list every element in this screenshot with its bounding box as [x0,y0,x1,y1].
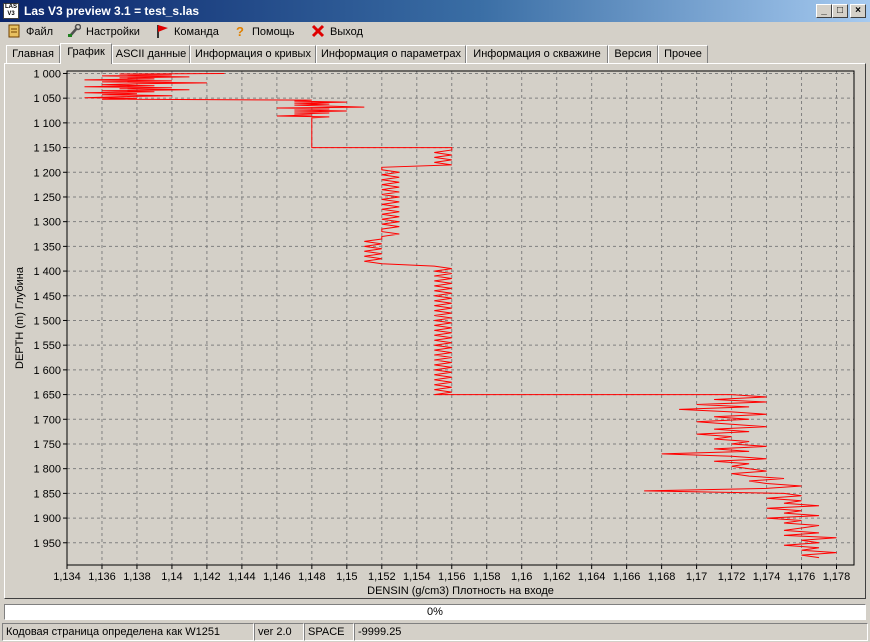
y-tick-label: 1 450 [33,291,61,303]
x-tick-label: 1,156 [438,571,466,583]
x-tick-label: 1,154 [403,571,431,583]
y-tick-label: 1 850 [33,488,61,500]
x-tick-label: 1,134 [53,571,81,583]
x-tick-label: 1,166 [613,571,641,583]
tab-parameter-info[interactable]: Информация о параметрах [316,45,466,63]
file-icon [6,24,22,40]
y-tick-label: 1 300 [33,217,61,229]
menu-help-label: Помощь [252,26,295,38]
x-tick-label: 1,15 [336,571,357,583]
app-icon: LAS V3 [3,3,19,19]
tab-version[interactable]: Версия [608,45,658,63]
y-axis-label: DEPTH (m) Глубина [14,266,26,369]
x-tick-label: 1,152 [368,571,396,583]
menu-settings[interactable]: Настройки [66,23,140,40]
status-null-value: -9999.25 [354,623,868,641]
x-tick-label: 1,136 [88,571,116,583]
menu-file[interactable]: Файл [6,24,53,40]
status-version: ver 2.0 [254,623,304,641]
x-tick-label: 1,138 [123,571,151,583]
tab-other[interactable]: Прочее [658,45,708,63]
y-tick-label: 1 000 [33,68,61,80]
status-delimiter: SPACE [304,623,354,641]
tab-ascii-data[interactable]: ASCII данные [112,45,190,63]
menu-command[interactable]: Команда [154,24,219,40]
menu-file-label: Файл [26,26,54,38]
x-tick-label: 1,172 [718,571,746,583]
y-tick-label: 1 350 [33,241,61,253]
x-tick-label: 1,16 [511,571,532,583]
progress-text: 0% [427,606,443,618]
menu-command-label: Команда [174,26,219,38]
density-depth-chart: 1,134 1,136 1,138 1,14 1,142 1,144 1,146 1,148 1… [14,68,855,597]
tab-well-info[interactable]: Информация о скважине [466,45,608,63]
menu-settings-label: Настройки [86,26,140,38]
plot-area [67,71,854,565]
x-tick-label: 1,176 [788,571,816,583]
y-tick-label: 1 750 [33,439,61,451]
menu-help[interactable]: ? Помощь [232,24,295,40]
progress-bar: 0% [4,604,866,620]
maximize-button[interactable]: □ [832,4,848,18]
question-mark-icon: ? [236,24,244,39]
x-tick-label: 1,164 [578,571,606,583]
x-tick-label: 1,158 [473,571,501,583]
y-axis-ticks: 1 000 1 050 1 100 1 150 1 200 1 250 1 300 1 350… [33,68,67,550]
x-tick-label: 1,162 [543,571,571,583]
x-axis-label: DENSIN (g/cm3) Плотность на входе [367,585,554,597]
x-tick-label: 1,148 [298,571,326,583]
red-flag-icon [154,24,170,40]
tab-main[interactable]: Главная [6,45,60,63]
x-tick-label: 1,17 [686,571,707,583]
x-tick-label: 1,178 [823,571,851,583]
x-tick-label: 1,144 [228,571,256,583]
status-bar: Кодовая страница определена как W1251 ve… [0,622,870,642]
y-tick-label: 1 150 [33,143,61,155]
y-tick-label: 1 800 [33,464,61,476]
y-tick-label: 1 050 [33,93,61,105]
y-tick-label: 1 700 [33,414,61,426]
status-codepage: Кодовая страница определена как W1251 [2,623,254,641]
y-tick-label: 1 400 [33,266,61,278]
window-title: Las V3 preview 3.1 = test_s.las [24,4,200,18]
title-bar[interactable]: LAS V3 Las V3 preview 3.1 = test_s.las _… [0,0,870,22]
x-tick-label: 1,174 [753,571,781,583]
y-tick-label: 1 200 [33,167,61,179]
menu-bar: Файл Настройки Команда ? Помощь Выход [0,22,870,42]
x-tick-label: 1,146 [263,571,291,583]
y-tick-label: 1 650 [33,390,61,402]
y-tick-label: 1 950 [33,538,61,550]
y-tick-label: 1 550 [33,340,61,352]
close-button[interactable]: × [850,4,866,18]
x-tick-label: 1,14 [161,571,182,583]
tab-curve-info[interactable]: Информация о кривых [190,45,316,63]
settings-wrench-icon [66,23,82,40]
x-axis-ticks: 1,134 1,136 1,138 1,14 1,142 1,144 1,146 1,148 1… [53,565,850,583]
chart-panel: 1,134 1,136 1,138 1,14 1,142 1,144 1,146 1,148 1… [4,63,866,599]
tab-strip: Главная График ASCII данные Информация о… [4,43,866,64]
minimize-button[interactable]: _ [816,4,832,18]
tab-chart[interactable]: График [60,43,112,64]
menu-exit-label: Выход [330,26,363,38]
x-tick-label: 1,168 [648,571,676,583]
y-tick-label: 1 600 [33,365,61,377]
y-tick-label: 1 250 [33,192,61,204]
y-tick-label: 1 500 [33,315,61,327]
menu-exit[interactable]: Выход [310,24,363,40]
y-tick-label: 1 100 [33,118,61,130]
y-tick-label: 1 900 [33,513,61,525]
exit-x-icon [310,24,326,40]
x-tick-label: 1,142 [193,571,221,583]
